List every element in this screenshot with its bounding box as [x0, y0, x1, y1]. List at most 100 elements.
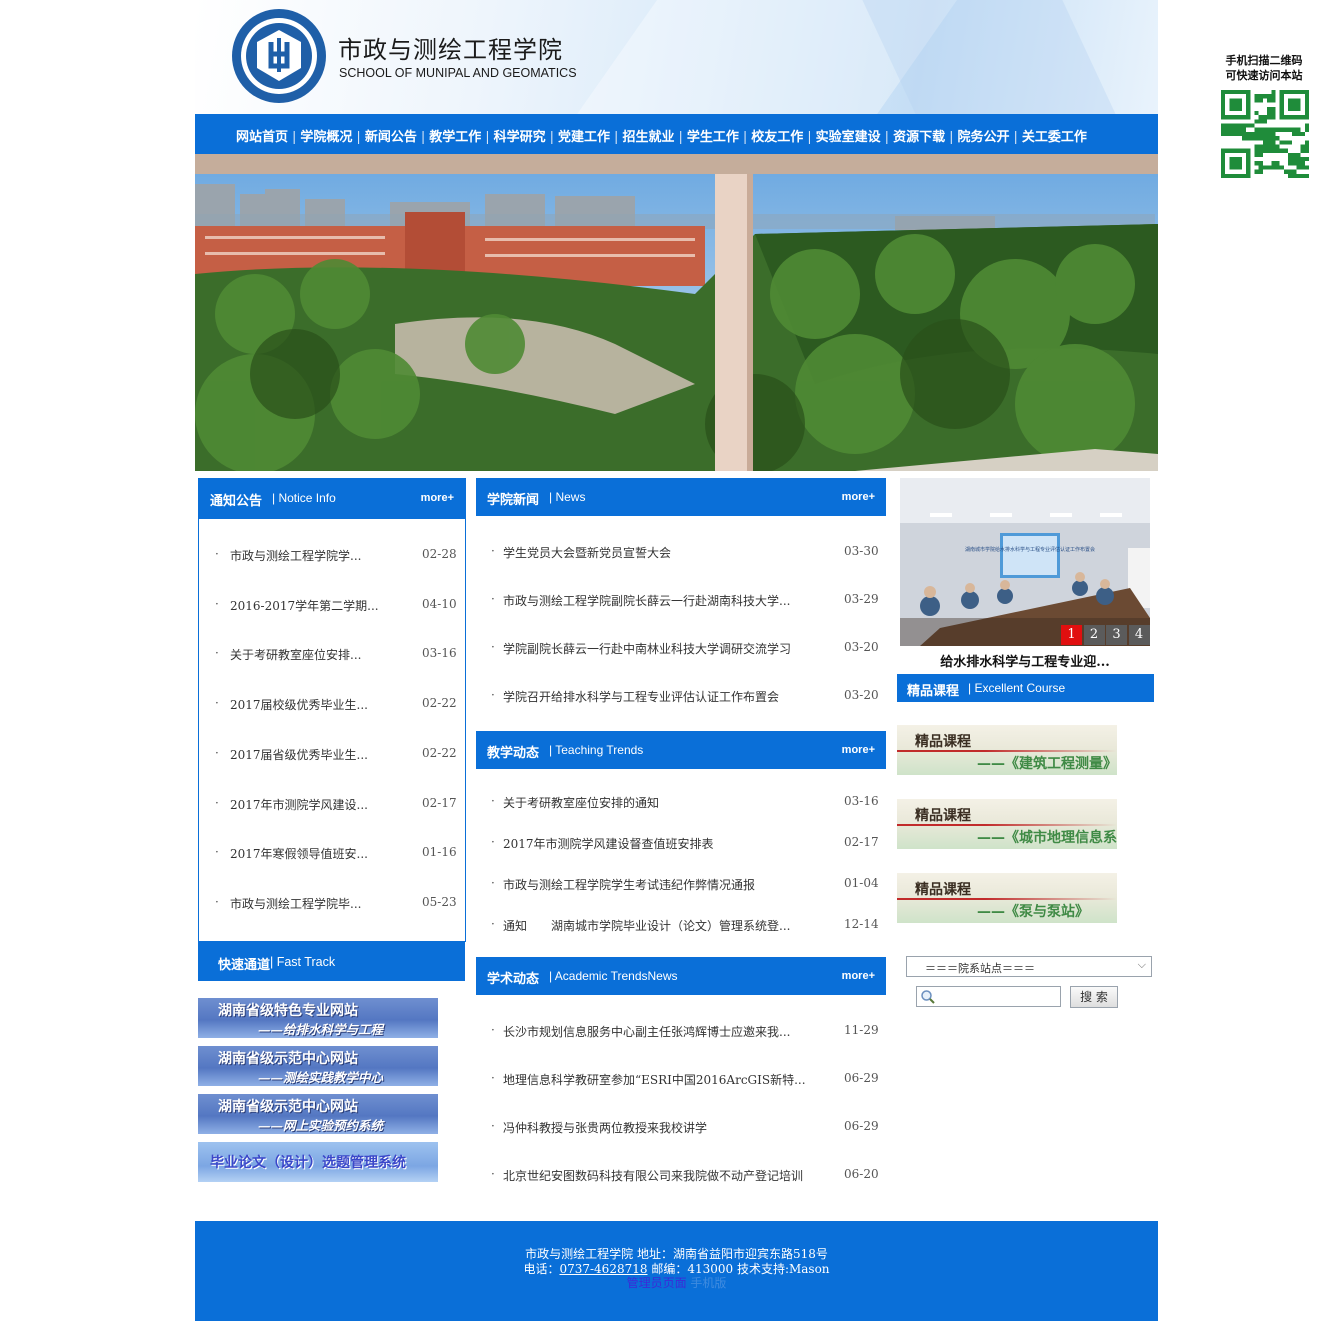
notice-item-title[interactable]: 2017届校级优秀毕业生... — [230, 696, 368, 713]
teaching-item[interactable]: · 通知 湖南城市学院毕业设计（论文）管理系统登... 12-14 — [491, 917, 881, 933]
quick-link-banner[interactable]: 湖南省级特色专业网站 ——给排水科学与工程 — [198, 998, 438, 1038]
news-item-date: 03-30 — [844, 544, 879, 558]
slideshow-image[interactable]: 湖南城市学院给水排水科学与工程专业评估认证工作布置会 — [900, 478, 1150, 646]
academic-item[interactable]: · 地理信息科学教研室参加“ESRI中国2016ArcGIS新特... 06-29 — [491, 1071, 881, 1087]
news-item-title[interactable]: 学院副院长薛云一行赴中南林业科技大学调研交流学习 — [503, 640, 791, 657]
nav-item[interactable]: 学院概况 — [300, 130, 352, 145]
course-label: 精品课程 — [915, 808, 971, 824]
nav-item[interactable]: 党建工作 — [558, 130, 610, 145]
mobile-version-link[interactable]: 手机版 — [690, 1276, 726, 1290]
nav-items: 网站首页 | 学院概况 | 新闻公告 | 教学工作 | 科学研究 | 党建工作 | 招生就业 | 学生工作 |… — [236, 126, 1087, 145]
quick-link-banner[interactable]: 毕业论文（设计）选题管理系统 — [198, 1142, 438, 1182]
news-item[interactable]: · 市政与测绘工程学院副院长薛云一行赴湖南科技大学... 03-29 — [491, 592, 881, 608]
slideshow-page-button[interactable]: 2 — [1083, 625, 1105, 645]
search-input[interactable] — [916, 986, 1061, 1007]
notice-item-title[interactable]: 2017年市测院学风建设... — [230, 796, 368, 813]
slideshow-page-button[interactable]: 3 — [1106, 625, 1127, 645]
news-item[interactable]: · 学院召开给排水科学与工程专业评估认证工作布置会 03-20 — [491, 688, 881, 704]
teaching-item[interactable]: · 2017年市测院学风建设督查值班安排表 02-17 — [491, 835, 881, 851]
bullet-icon: · — [491, 917, 495, 931]
station-select[interactable]: ＝＝＝院系站点＝＝＝ ⌵ — [906, 956, 1152, 977]
notice-item[interactable]: · 2017届省级优秀毕业生... 02-22 — [215, 746, 457, 763]
notice-item-title[interactable]: 市政与测绘工程学院学... — [230, 547, 361, 564]
academic-item[interactable]: · 长沙市规划信息服务中心副主任张鸿辉博士应邀来我... 11-29 — [491, 1023, 881, 1039]
news-item-title[interactable]: 学生党员大会暨新党员宣誓大会 — [503, 544, 671, 561]
nav-item[interactable]: 关工委工作 — [1022, 130, 1087, 145]
main-nav: 网站首页 | 学院概况 | 新闻公告 | 教学工作 | 科学研究 | 党建工作 | 招生就业 | 学生工作 |… — [195, 114, 1158, 154]
notice-item-title[interactable]: 市政与测绘工程学院毕... — [230, 895, 361, 912]
notice-item[interactable]: · 2017届校级优秀毕业生... 02-22 — [215, 696, 457, 713]
teaching-item-title[interactable]: 关于考研教室座位安排的通知 — [503, 794, 659, 811]
teaching-item-title[interactable]: 通知 湖南城市学院毕业设计（论文）管理系统登... — [503, 917, 790, 934]
quick-track-header: 快速通道 | Fast Track — [198, 941, 465, 981]
notice-item-title[interactable]: 2017届省级优秀毕业生... — [230, 746, 368, 763]
teaching-item[interactable]: · 关于考研教室座位安排的通知 03-16 — [491, 794, 881, 810]
teaching-item[interactable]: · 市政与测绘工程学院学生考试违纪作弊情况通报 01-04 — [491, 876, 881, 892]
nav-separator: | — [292, 130, 297, 145]
nav-item[interactable]: 招生就业 — [622, 130, 674, 145]
courses-header: 精品课程 | Excellent Course — [897, 674, 1154, 702]
nav-item[interactable]: 校友工作 — [751, 130, 803, 145]
notice-more-link[interactable]: more+ — [421, 492, 454, 504]
notice-item-title[interactable]: 2017年寒假领导值班安... — [230, 845, 368, 862]
notice-item[interactable]: · 2017年寒假领导值班安... 01-16 — [215, 845, 457, 862]
teaching-item-title[interactable]: 市政与测绘工程学院学生考试违纪作弊情况通报 — [503, 876, 755, 893]
teaching-item-title[interactable]: 2017年市测院学风建设督查值班安排表 — [503, 835, 714, 852]
notice-item-title[interactable]: 关于考研教室座位安排... — [230, 646, 361, 663]
news-more-link[interactable]: more+ — [842, 491, 875, 503]
course-banner[interactable]: 精品课程 ——《建筑工程测量》 — [897, 725, 1117, 775]
nav-separator: | — [485, 130, 490, 145]
bullet-icon: · — [215, 596, 219, 611]
notice-item[interactable]: · 市政与测绘工程学院学... 02-28 — [215, 547, 457, 564]
slideshow-page-button[interactable]: 1 — [1061, 625, 1082, 645]
bullet-icon: · — [491, 688, 495, 702]
quick-link-banner[interactable]: 湖南省级示范中心网站 ——网上实验预约系统 — [198, 1094, 438, 1134]
station-select-value: ＝＝＝院系站点＝＝＝ — [925, 962, 1035, 975]
nav-item[interactable]: 实验室建设 — [816, 130, 881, 145]
academic-item-date: 11-29 — [844, 1023, 879, 1037]
nav-item[interactable]: 资源下载 — [893, 130, 945, 145]
news-item[interactable]: · 学生党员大会暨新党员宣誓大会 03-30 — [491, 544, 881, 560]
notice-item[interactable]: · 2017年市测院学风建设... 02-17 — [215, 796, 457, 813]
course-banner[interactable]: 精品课程 ——《泵与泵站》 — [897, 873, 1117, 923]
news-item-date: 03-29 — [844, 592, 879, 606]
academic-more-link[interactable]: more+ — [842, 970, 875, 982]
school-logo[interactable] — [231, 8, 327, 104]
news-item-title[interactable]: 学院召开给排水科学与工程专业评估认证工作布置会 — [503, 688, 779, 705]
academic-item-title[interactable]: 地理信息科学教研室参加“ESRI中国2016ArcGIS新特... — [503, 1071, 806, 1088]
notice-item-title[interactable]: 2016-2017学年第二学期... — [230, 597, 379, 614]
nav-item[interactable]: 教学工作 — [429, 130, 481, 145]
news-item-title[interactable]: 市政与测绘工程学院副院长薛云一行赴湖南科技大学... — [503, 592, 790, 609]
course-banner[interactable]: 精品课程 ——《城市地理信息系统》 — [897, 799, 1117, 849]
chevron-down-icon: ⌵ — [1137, 958, 1146, 971]
academic-item-title[interactable]: 长沙市规划信息服务中心副主任张鸿辉博士应邀来我... — [503, 1023, 790, 1040]
quick-link-title: 湖南省级特色专业网站 — [218, 1003, 358, 1019]
teaching-more-link[interactable]: more+ — [842, 744, 875, 756]
slideshow-caption[interactable]: 给水排水科学与工程专业迎... — [900, 651, 1150, 670]
bullet-icon: · — [215, 646, 219, 661]
notice-item-date: 02-28 — [422, 547, 457, 561]
nav-separator: | — [949, 130, 954, 145]
nav-item[interactable]: 科学研究 — [494, 130, 546, 145]
footer-line3: 管理员页面 手机版 — [195, 1274, 1158, 1291]
quick-link-banner[interactable]: 湖南省级示范中心网站 ——测绘实践教学中心 — [198, 1046, 438, 1086]
academic-item-title[interactable]: 北京世纪安图数码科技有限公司来我院做不动产登记培训 — [503, 1167, 803, 1184]
site-subtitle: SCHOOL OF MUNIPAL AND GEOMATICS — [339, 66, 577, 80]
course-name: ——《泵与泵站》 — [977, 904, 1089, 920]
nav-item[interactable]: 学生工作 — [687, 130, 739, 145]
academic-item-title[interactable]: 冯仲科教授与张贵两位教授来我校讲学 — [503, 1119, 707, 1136]
admin-page-link[interactable]: 管理员页面 — [627, 1276, 687, 1290]
academic-item[interactable]: · 北京世纪安图数码科技有限公司来我院做不动产登记培训 06-20 — [491, 1167, 881, 1183]
slideshow-page-button[interactable]: 4 — [1128, 625, 1150, 645]
nav-item[interactable]: 网站首页 — [236, 130, 288, 145]
nav-item[interactable]: 新闻公告 — [365, 130, 417, 145]
news-item[interactable]: · 学院副院长薛云一行赴中南林业科技大学调研交流学习 03-20 — [491, 640, 881, 656]
search-button[interactable]: 搜 索 — [1070, 986, 1118, 1008]
academic-item[interactable]: · 冯仲科教授与张贵两位教授来我校讲学 06-29 — [491, 1119, 881, 1135]
quick-link-subtitle: ——给排水科学与工程 — [258, 1022, 384, 1037]
nav-item[interactable]: 院务公开 — [957, 130, 1009, 145]
notice-item[interactable]: · 2016-2017学年第二学期... 04-10 — [215, 596, 457, 614]
notice-item[interactable]: · 市政与测绘工程学院毕... 05-23 — [215, 895, 457, 912]
notice-item[interactable]: · 关于考研教室座位安排... 03-16 — [215, 646, 457, 663]
academic-title: 学术动态 — [487, 972, 540, 987]
